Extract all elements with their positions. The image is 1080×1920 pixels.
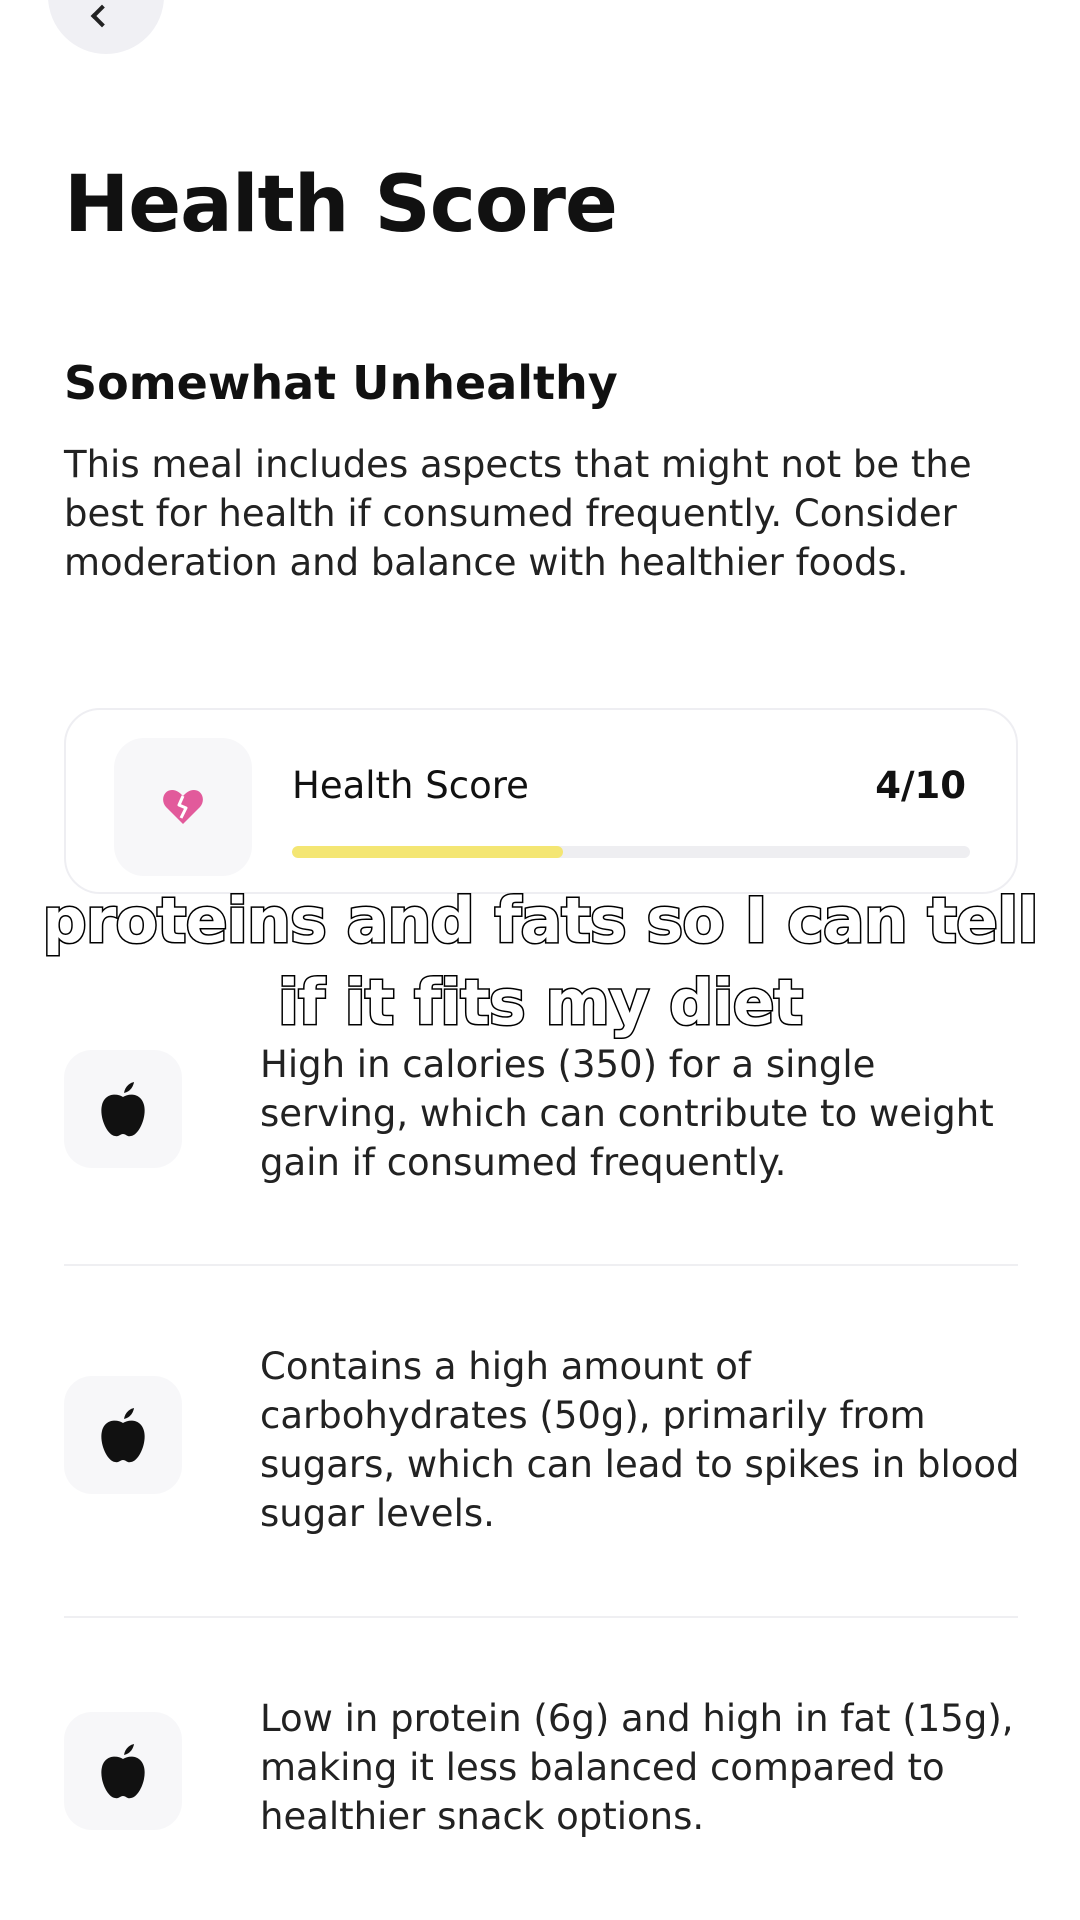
reason-icon-container <box>64 1376 182 1494</box>
health-score-card: Health Score 4/10 <box>64 708 1018 894</box>
broken-heart-icon <box>163 790 203 824</box>
divider <box>64 1264 1018 1266</box>
score-label: Health Score <box>292 764 529 807</box>
reason-text: Low in protein (6g) and high in fat (15g… <box>260 1697 1014 1838</box>
score-progress-fill <box>292 846 564 858</box>
apple-icon <box>101 1408 145 1463</box>
caption-line: if it fits my diet <box>276 965 805 1041</box>
video-caption: proteins and fats so I can tell if it fi… <box>0 880 1080 1044</box>
apple-icon <box>101 1744 145 1799</box>
reason-icon-container <box>64 1712 182 1830</box>
health-score-screen: Health Score Somewhat Unhealthy This mea… <box>0 0 1080 1920</box>
caption-line: proteins and fats so I can tell <box>41 883 1040 959</box>
score-progress-bar <box>292 846 970 858</box>
rating-description: This meal includes aspects that might no… <box>64 443 972 584</box>
rating-heading: Somewhat Unhealthy <box>64 356 618 410</box>
back-button[interactable] <box>48 0 164 54</box>
score-value: 4/10 <box>875 764 966 807</box>
reason-text: Contains a high amount of carbohydrates … <box>260 1345 1020 1535</box>
reason-icon-container <box>64 1050 182 1168</box>
divider <box>64 1616 1018 1618</box>
health-icon-container <box>114 738 252 876</box>
chevron-left-icon <box>90 4 114 28</box>
page-title: Health Score <box>64 160 618 250</box>
reason-text: High in calories (350) for a single serv… <box>260 1043 994 1184</box>
apple-icon <box>101 1082 145 1137</box>
